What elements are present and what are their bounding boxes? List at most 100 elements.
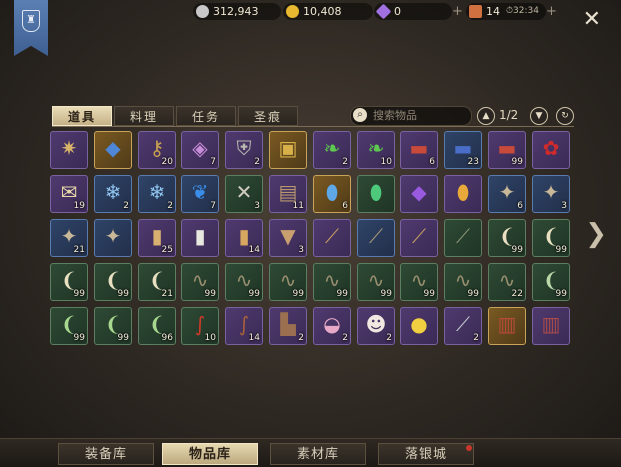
inventory-slot[interactable]: ⚷ 20 bbox=[138, 131, 176, 169]
purple-crystal-icon: ◆ bbox=[411, 180, 427, 204]
inventory-slot[interactable]: ⟋ bbox=[357, 219, 395, 257]
item-count: 99 bbox=[73, 333, 85, 343]
tab-quests[interactable]: 任务 bbox=[176, 106, 236, 126]
fishing-rod-icon: ⟋ bbox=[412, 224, 426, 248]
inventory-slot[interactable]: ▮ 14 bbox=[225, 219, 263, 257]
inventory-slot[interactable]: ❨ 99 bbox=[94, 263, 132, 301]
inventory-slot[interactable]: ⛨ 2 bbox=[225, 131, 263, 169]
inventory-slot[interactable]: ❄ 2 bbox=[94, 175, 132, 213]
tab-silver-city[interactable]: 落银城 bbox=[378, 443, 474, 465]
inventory-slot[interactable]: ✦ 6 bbox=[488, 175, 526, 213]
inventory-slot[interactable]: ∿ 99 bbox=[269, 263, 307, 301]
inventory-slot[interactable]: ● bbox=[400, 307, 438, 345]
search-input[interactable]: ⌕ 搜索物品 bbox=[350, 106, 472, 126]
item-count: 2 bbox=[342, 157, 348, 167]
inventory-slot[interactable]: ❧ 10 bbox=[357, 131, 395, 169]
green-gem-icon: ⬮ bbox=[369, 180, 383, 204]
close-icon[interactable]: ✕ bbox=[583, 9, 601, 31]
inventory-slot[interactable]: ▣ bbox=[269, 131, 307, 169]
item-count: 99 bbox=[117, 289, 129, 299]
inventory-slot[interactable]: ∿ 99 bbox=[225, 263, 263, 301]
inventory-slot[interactable]: ◆ bbox=[94, 131, 132, 169]
inventory-slot[interactable]: ✦ bbox=[94, 219, 132, 257]
inventory-slot[interactable]: ❨ 99 bbox=[488, 219, 526, 257]
chevron-down-icon[interactable]: ▼ bbox=[530, 107, 548, 125]
item-count: 20 bbox=[161, 157, 173, 167]
item-count: 6 bbox=[342, 201, 348, 211]
inventory-slot[interactable]: ▤ 11 bbox=[269, 175, 307, 213]
inventory-slot[interactable]: ▼ 3 bbox=[269, 219, 307, 257]
search-icon[interactable]: ⌕ bbox=[353, 108, 367, 122]
inventory-slot[interactable]: ▮ bbox=[181, 219, 219, 257]
inventory-slot[interactable]: ▬ 6 bbox=[400, 131, 438, 169]
inventory-slot[interactable]: ⟋ 2 bbox=[444, 307, 482, 345]
inventory-slot[interactable]: ▮ 25 bbox=[138, 219, 176, 257]
inventory-slot[interactable]: ❨ 99 bbox=[532, 219, 570, 257]
inventory-slot[interactable]: ▥ bbox=[532, 307, 570, 345]
item-count: 7 bbox=[210, 201, 216, 211]
tab-material-storage[interactable]: 素材库 bbox=[270, 443, 366, 465]
torn-scroll-icon: ✦ bbox=[104, 224, 122, 248]
inventory-slot[interactable]: ⟋ bbox=[400, 219, 438, 257]
inventory-slot[interactable]: ⬮ bbox=[444, 175, 482, 213]
inventory-slot[interactable]: ∿ 22 bbox=[488, 263, 526, 301]
inventory-slot[interactable]: ◆ bbox=[400, 175, 438, 213]
inventory-slot[interactable]: ❨ 96 bbox=[138, 307, 176, 345]
item-count: 99 bbox=[248, 289, 260, 299]
inventory-slot[interactable]: ▥ bbox=[488, 307, 526, 345]
inventory-slot[interactable]: ∿ 99 bbox=[313, 263, 351, 301]
inventory-slot[interactable]: ✉ 19 bbox=[50, 175, 88, 213]
inventory-slot[interactable]: ▬ 99 bbox=[488, 131, 526, 169]
inventory-slot[interactable]: ❨ 21 bbox=[138, 263, 176, 301]
inventory-slot[interactable]: ❨ 99 bbox=[94, 307, 132, 345]
tab-items[interactable]: 道具 bbox=[52, 106, 112, 126]
inventory-slot[interactable]: ▙ 2 bbox=[269, 307, 307, 345]
inventory-slot[interactable]: ⬮ bbox=[357, 175, 395, 213]
inventory-slot[interactable]: ▬ 23 bbox=[444, 131, 482, 169]
inventory-slot[interactable]: ❨ 99 bbox=[50, 263, 88, 301]
inventory-slot[interactable]: ✿ bbox=[532, 131, 570, 169]
tab-equipment-storage[interactable]: 装备库 bbox=[58, 443, 154, 465]
refresh-icon[interactable]: ↻ bbox=[556, 107, 574, 125]
item-count: 19 bbox=[73, 201, 85, 211]
inventory-slot[interactable]: ∿ 99 bbox=[444, 263, 482, 301]
tab-cooking[interactable]: 料理 bbox=[114, 106, 174, 126]
inventory-slot[interactable]: ∫ 14 bbox=[225, 307, 263, 345]
inventory-slot[interactable]: ✕ 3 bbox=[225, 175, 263, 213]
item-count: 99 bbox=[73, 289, 85, 299]
inventory-slot[interactable]: ✦ 21 bbox=[50, 219, 88, 257]
inventory-slot[interactable]: ⟋ bbox=[313, 219, 351, 257]
inventory-slot[interactable]: ∫ 10 bbox=[181, 307, 219, 345]
inventory-slot[interactable]: ❧ 2 bbox=[313, 131, 351, 169]
inventory-slot[interactable]: ❦ 7 bbox=[181, 175, 219, 213]
silver-coin-icon bbox=[196, 5, 209, 18]
gem-icon bbox=[375, 3, 392, 20]
inventory-slot[interactable]: ∿ 99 bbox=[400, 263, 438, 301]
inventory-slot[interactable]: ⟋ bbox=[444, 219, 482, 257]
item-count: 99 bbox=[117, 333, 129, 343]
add-stamina-button[interactable]: + bbox=[546, 5, 557, 18]
item-count: 2 bbox=[298, 333, 304, 343]
inventory-slot[interactable]: ✦ 3 bbox=[532, 175, 570, 213]
tab-item-storage[interactable]: 物品库 bbox=[162, 443, 258, 465]
silver-amount: 312,943 bbox=[213, 5, 259, 18]
inventory-slot[interactable]: ❄ 2 bbox=[138, 175, 176, 213]
inventory-slot[interactable]: ❨ 99 bbox=[532, 263, 570, 301]
chevron-up-icon[interactable]: ▲ bbox=[477, 107, 495, 125]
inventory-slot[interactable]: ◈ 7 bbox=[181, 131, 219, 169]
chevron-right-icon[interactable]: ❯ bbox=[585, 221, 607, 247]
inventory-slot[interactable]: ◒ 2 bbox=[313, 307, 351, 345]
tab-stigmata[interactable]: 圣痕 bbox=[238, 106, 298, 126]
inventory-slot[interactable]: ∿ 99 bbox=[357, 263, 395, 301]
inventory-slot[interactable]: ⬮ 6 bbox=[313, 175, 351, 213]
item-count: 6 bbox=[517, 201, 523, 211]
inventory-slot[interactable]: ☻ 2 bbox=[357, 307, 395, 345]
inventory-slot[interactable]: ✷ bbox=[50, 131, 88, 169]
add-gem-button[interactable]: + bbox=[452, 5, 463, 18]
item-count: 2 bbox=[123, 201, 129, 211]
item-count: 99 bbox=[467, 289, 479, 299]
item-count: 2 bbox=[254, 157, 260, 167]
inventory-slot[interactable]: ❨ 99 bbox=[50, 307, 88, 345]
item-count: 3 bbox=[298, 245, 304, 255]
inventory-slot[interactable]: ∿ 99 bbox=[181, 263, 219, 301]
